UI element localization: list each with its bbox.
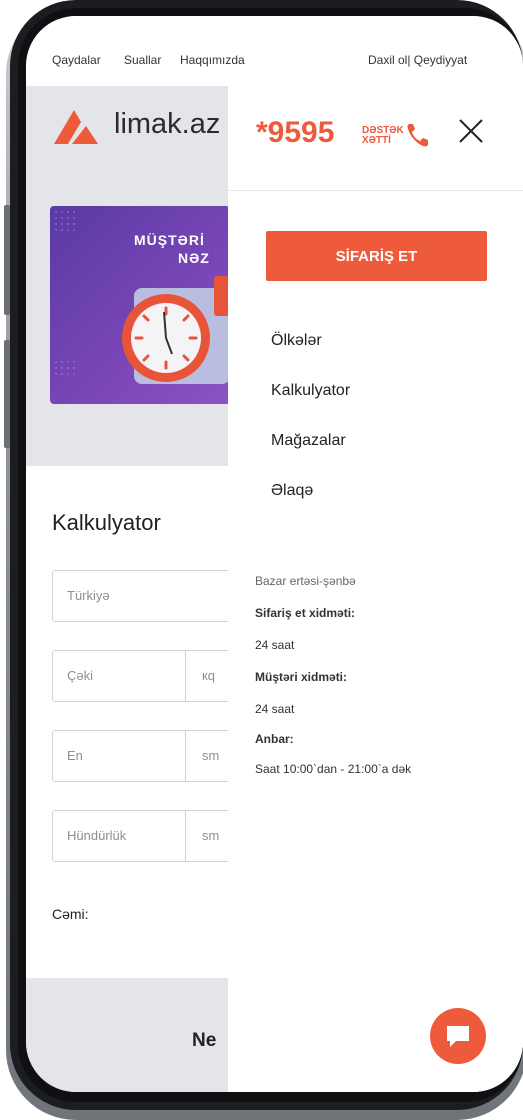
height-input[interactable]: Hündürlük sm bbox=[52, 810, 244, 862]
country-select[interactable]: Türkiyə bbox=[52, 570, 244, 622]
side-button-volume-up bbox=[4, 205, 10, 315]
weight-input[interactable]: Çəki кq bbox=[52, 650, 244, 702]
calculator-title: Kalkulyator bbox=[52, 510, 161, 535]
side-button-volume-down bbox=[4, 340, 10, 448]
footer-heading: Ne bbox=[192, 1030, 217, 1051]
logo-text[interactable]: limak.az bbox=[114, 108, 220, 141]
dots-pattern-icon bbox=[55, 361, 75, 375]
promo-banner[interactable]: MÜŞTƏRİ NƏZ bbox=[50, 206, 230, 404]
link-about[interactable]: Haqqımızda bbox=[180, 53, 245, 67]
menu-item-contact[interactable]: Əlaqə bbox=[271, 482, 313, 500]
weight-unit: кq bbox=[202, 668, 215, 683]
chat-icon bbox=[447, 1026, 469, 1047]
phone-screen: Qaydalar Suallar Haqqımızda Daxil ol| Qe… bbox=[26, 16, 523, 1092]
link-rules[interactable]: Qaydalar bbox=[52, 53, 101, 67]
drawer-divider bbox=[228, 190, 523, 191]
country-select-value: Türkiyə bbox=[67, 588, 110, 603]
order-service-value: 24 saat bbox=[255, 638, 295, 652]
field-divider bbox=[185, 731, 186, 781]
menu-item-stores[interactable]: Mağazalar bbox=[271, 432, 346, 450]
hotline-label-line2: XƏTTİ bbox=[362, 135, 391, 146]
field-divider bbox=[185, 651, 186, 701]
phone-icon bbox=[407, 124, 428, 147]
height-input-placeholder: Hündürlük bbox=[67, 828, 127, 843]
hotline-number[interactable]: *9595 bbox=[256, 116, 334, 150]
logo-icon[interactable] bbox=[52, 108, 102, 146]
weight-input-placeholder: Çəki bbox=[67, 668, 94, 683]
hours-days: Bazar ertəsi-şənbə bbox=[255, 574, 356, 588]
width-input[interactable]: En sm bbox=[52, 730, 244, 782]
warehouse-hours: Saat 10:00`dan - 21:00`a dək bbox=[255, 762, 412, 776]
customer-service-value: 24 saat bbox=[255, 702, 295, 716]
top-links-bar bbox=[26, 16, 523, 86]
height-unit: sm bbox=[202, 828, 220, 843]
width-unit: sm bbox=[202, 748, 220, 763]
field-divider bbox=[185, 811, 186, 861]
dots-pattern-icon bbox=[55, 211, 75, 231]
total-label: Cəmi: bbox=[52, 906, 89, 922]
link-faq[interactable]: Suallar bbox=[124, 53, 161, 67]
banner-title-line1: MÜŞTƏRİ bbox=[134, 232, 205, 248]
width-input-placeholder: En bbox=[67, 748, 83, 763]
menu-item-calculator[interactable]: Kalkulyator bbox=[271, 382, 350, 400]
banner-title-line2: NƏZ bbox=[178, 250, 210, 266]
hotline-label: DƏSTƏK XƏTTİ bbox=[362, 126, 404, 146]
customer-service-label: Müştəri xidməti: bbox=[255, 670, 348, 684]
chat-button[interactable] bbox=[430, 1008, 486, 1064]
menu-item-countries[interactable]: Ölkələr bbox=[271, 332, 322, 350]
close-icon[interactable] bbox=[454, 114, 488, 148]
order-service-label: Sifariş et xidməti: bbox=[255, 606, 356, 620]
order-button[interactable]: SİFARİŞ ET bbox=[266, 231, 487, 281]
warehouse-label: Anbar: bbox=[255, 732, 294, 746]
login-register-link[interactable]: Daxil ol| Qeydiyyat bbox=[368, 53, 467, 67]
clock-icon bbox=[122, 276, 230, 384]
